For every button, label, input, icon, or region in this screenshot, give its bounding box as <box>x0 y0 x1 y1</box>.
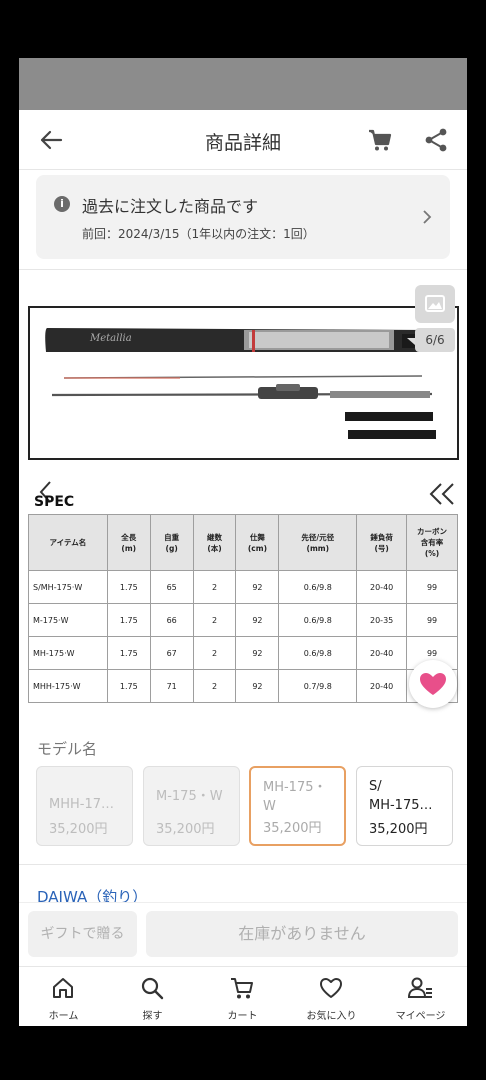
spec-header-cell: 全長 (m) <box>106 514 151 571</box>
spec-cell: M-175·W <box>28 603 108 637</box>
cart-icon <box>231 978 253 999</box>
spec-cell: 92 <box>235 636 280 670</box>
spec-cell: 66 <box>149 603 194 637</box>
tab-search[interactable]: 探す <box>108 967 197 1026</box>
spec-cell: 92 <box>235 603 280 637</box>
model-option-smh[interactable]: S/ MH-175… 35,200円 <box>356 766 453 846</box>
cart-icon[interactable] <box>367 127 393 153</box>
tab-favorites[interactable]: お気に入り <box>287 967 376 1026</box>
bottom-tab-bar: ホーム 探す カート お気に入り マイページ <box>19 966 467 1026</box>
past-order-notice[interactable]: i 過去に注文した商品です 前回：2024/3/15（1年以内の注文：1回） <box>36 175 450 259</box>
spec-row: MH-175·W 1.75 67 2 92 0.6/9.8 20-40 99 <box>28 636 458 670</box>
spec-header-cell: 先径/元径 (mm) <box>278 514 358 571</box>
spec-cell: 1.75 <box>106 603 151 637</box>
spec-cell: 65 <box>149 570 194 604</box>
spec-header-cell: カーボン 含有率 (%) <box>406 514 458 571</box>
spec-cell: 0.6/9.8 <box>278 603 358 637</box>
product-image[interactable]: Metallia <box>28 306 459 460</box>
app-screen: 商品詳細 i 過去に注文した商品です 前回：2024/3/15（1年以内の注文：… <box>19 58 467 1026</box>
spec-cell: 1.75 <box>106 570 151 604</box>
past-order-detail: 前回：2024/3/15（1年以内の注文：1回） <box>82 227 315 241</box>
past-order-title: 過去に注文した商品です <box>82 197 259 216</box>
model-option-price: 35,200円 <box>156 822 215 837</box>
spec-cell: S/MH-175·W <box>28 570 108 604</box>
spec-cell: 20-40 <box>356 669 408 703</box>
spec-header-row: アイテム名 全長 (m) 自重 (g) 継数 (本) 仕舞 (cm) 先径/元径… <box>28 514 458 571</box>
share-icon[interactable] <box>423 127 449 153</box>
spec-table-section: SPEC アイテム名 全長 (m) 自重 (g) 継数 (本) 仕舞 (cm) … <box>28 478 459 706</box>
spec-cell: 92 <box>235 669 280 703</box>
spec-cell: 2 <box>192 636 237 670</box>
favorite-button[interactable] <box>409 660 457 708</box>
model-option-m[interactable]: M-175・W 35,200円 <box>143 766 240 846</box>
model-option-name: S/ MH-175… <box>369 779 433 813</box>
spec-cell: MH-175·W <box>28 636 108 670</box>
spec-row: M-175·W 1.75 66 2 92 0.6/9.8 20-35 99 <box>28 603 458 637</box>
spec-cell: 2 <box>192 570 237 604</box>
user-icon <box>407 977 432 998</box>
gallery-image-icon[interactable] <box>415 285 455 323</box>
spec-cell: 0.6/9.8 <box>278 636 358 670</box>
spec-cell: 20-40 <box>356 636 408 670</box>
spec-cell: 20-40 <box>356 570 408 604</box>
tab-label: マイページ <box>395 1011 446 1022</box>
spec-header-cell: アイテム名 <box>28 514 108 571</box>
spec-cell: 2 <box>192 669 237 703</box>
spec-cell: 99 <box>406 603 458 637</box>
model-option-name: MH-175・ W <box>263 780 327 814</box>
model-option-mh[interactable]: MH-175・ W 35,200円 <box>249 766 346 846</box>
divider <box>19 864 467 865</box>
search-icon <box>141 977 164 1000</box>
spec-cell: MHH-175·W <box>28 669 108 703</box>
spec-row: MHH-175·W1.75712920.7/9.820-4099 <box>28 669 458 703</box>
tab-label: お気に入り <box>306 1011 357 1022</box>
purchase-action-bar: ギフトで贈る 在庫がありません <box>19 902 467 966</box>
divider <box>19 269 467 270</box>
spec-header-cell: 継数 (本) <box>192 514 237 571</box>
spec-cell: 67 <box>149 636 194 670</box>
info-icon: i <box>54 196 70 212</box>
model-option-price: 35,200円 <box>263 821 322 836</box>
spec-header-cell: 自重 (g) <box>149 514 194 571</box>
tab-label: カート <box>227 1011 258 1022</box>
model-option-mhh[interactable]: MHH-17… 35,200円 <box>36 766 133 846</box>
fishing-rod-photo: Metallia <box>45 328 436 439</box>
spec-header-cell: 仕舞 (cm) <box>235 514 280 571</box>
gift-button[interactable]: ギフトで贈る <box>28 911 137 957</box>
heart-icon <box>420 673 446 695</box>
model-option-price: 35,200円 <box>49 822 108 837</box>
spec-title: SPEC <box>34 494 75 510</box>
heart-icon <box>320 978 342 998</box>
status-bar <box>19 58 467 110</box>
spec-cell: 20-35 <box>356 603 408 637</box>
spec-cell: 99 <box>406 570 458 604</box>
out-of-stock-button[interactable]: 在庫がありません <box>146 911 458 957</box>
tab-cart[interactable]: カート <box>198 967 287 1026</box>
chevron-right-icon <box>423 210 432 224</box>
svg-text:Metallia: Metallia <box>89 333 132 344</box>
page-title: 商品詳細 <box>204 132 281 154</box>
spec-row: S/MH-175·W 1.75 65 2 92 0.6/9.8 20-40 99 <box>28 570 458 604</box>
tab-mypage[interactable]: マイページ <box>376 967 465 1026</box>
double-chevron-left-icon[interactable] <box>427 482 457 506</box>
spec-cell: 71 <box>149 669 194 703</box>
spec-cell: 2 <box>192 603 237 637</box>
spec-table: アイテム名 全長 (m) 自重 (g) 継数 (本) 仕舞 (cm) 先径/元径… <box>28 514 458 703</box>
model-option-price: 35,200円 <box>369 822 428 837</box>
spec-cell: 1.75 <box>106 636 151 670</box>
spec-header-cell: 錘負荷 (号) <box>356 514 408 571</box>
model-name-label: モデル名 <box>37 740 98 758</box>
tab-home[interactable]: ホーム <box>19 967 108 1026</box>
model-option-name: MHH-17… <box>49 797 114 812</box>
spec-cell: 1.75 <box>106 669 151 703</box>
model-option-name: M-175・W <box>156 789 223 804</box>
spec-cell: 92 <box>235 570 280 604</box>
tab-label: 探す <box>142 1011 163 1022</box>
home-icon <box>53 978 73 998</box>
spec-cell: 0.7/9.8 <box>278 669 358 703</box>
gallery-counter: 6/6 <box>415 328 455 352</box>
spec-cell: 0.6/9.8 <box>278 570 358 604</box>
tab-label: ホーム <box>48 1011 79 1022</box>
top-header: 商品詳細 <box>19 110 467 170</box>
